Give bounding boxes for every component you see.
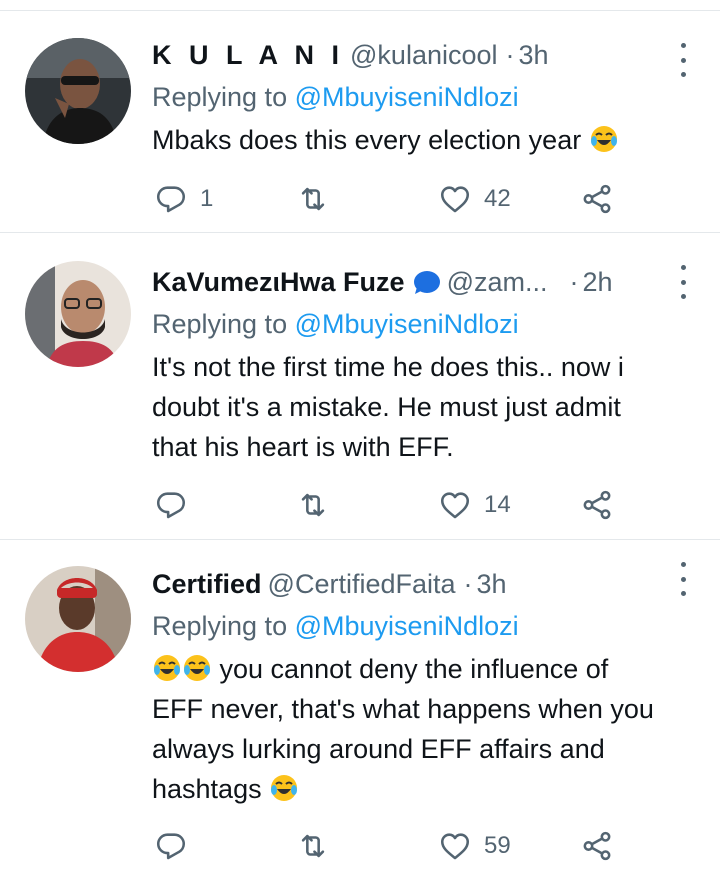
separator-dot: · [505, 40, 515, 70]
tweet-text: you cannot deny the influence of EFF nev… [152, 649, 660, 809]
display-name[interactable]: K U L A N I [152, 33, 344, 77]
separator-dot: · [569, 267, 579, 297]
avatar[interactable] [25, 261, 131, 367]
share-icon [583, 831, 611, 861]
reply-icon [156, 833, 186, 860]
tweet[interactable]: KaVumezιHwa Fuze @zam... · 2h Replying t… [0, 233, 720, 540]
reply-button[interactable] [154, 826, 200, 866]
like-count: 59 [484, 832, 511, 859]
verified-badge [413, 271, 440, 294]
share-icon [583, 490, 611, 520]
like-button[interactable]: 42 [438, 179, 511, 219]
avatar[interactable] [25, 38, 131, 144]
display-name[interactable]: Certified [152, 562, 262, 606]
retweet-icon [301, 493, 325, 517]
action-bar: 59 [152, 826, 672, 866]
reply-icon [156, 186, 186, 213]
tweet[interactable]: Certified @CertifiedFaita · 3h Replying … [0, 540, 720, 881]
share-icon [583, 184, 611, 214]
more-icon[interactable] [676, 43, 690, 77]
laughing-emoji [590, 126, 617, 152]
user-handle[interactable]: @CertifiedFaita [268, 562, 456, 606]
user-handle[interactable]: @kulanicool [350, 33, 498, 77]
timestamp[interactable]: 3h [519, 33, 549, 77]
laughing-emoji [184, 655, 210, 681]
replying-to: Replying to @MbuyiseniNdlozi [152, 77, 660, 117]
laughing-emoji [154, 655, 180, 681]
retweet-button[interactable] [296, 485, 342, 525]
mention-link[interactable]: @MbuyiseniNdlozi [295, 611, 519, 641]
retweet-button[interactable] [296, 826, 342, 866]
tweet-text-body: Mbaks does this every election year [152, 125, 582, 155]
like-button[interactable]: 59 [438, 826, 511, 866]
mention-link[interactable]: @MbuyiseniNdlozi [295, 82, 519, 112]
reply-button[interactable] [154, 485, 200, 525]
like-count: 42 [484, 185, 511, 212]
action-bar: 14 [152, 485, 672, 525]
share-button[interactable] [580, 485, 614, 525]
reply-button[interactable]: 1 [154, 179, 213, 219]
like-count: 14 [484, 491, 511, 518]
share-button[interactable] [580, 179, 614, 219]
replying-prefix: Replying to [152, 82, 288, 112]
top-divider [0, 0, 720, 11]
laughing-emoji [271, 775, 298, 801]
reply-count: 1 [200, 185, 214, 212]
tweet-text-body: you cannot deny the influence of EFF nev… [152, 654, 654, 804]
more-icon[interactable] [676, 562, 690, 596]
retweet-icon [301, 834, 325, 858]
mention-link[interactable]: @MbuyiseniNdlozi [295, 309, 519, 339]
replying-prefix: Replying to [152, 611, 288, 641]
replying-to: Replying to @MbuyiseniNdlozi [152, 606, 660, 646]
like-icon [440, 186, 470, 213]
retweet-icon [301, 187, 325, 211]
share-button[interactable] [580, 826, 614, 866]
tweet-text: Mbaks does this every election year [152, 120, 660, 160]
user-handle[interactable]: @zam... [447, 260, 548, 304]
separator-dot: · [463, 569, 473, 599]
timestamp[interactable]: 2h [582, 260, 612, 304]
tweet[interactable]: K U L A N I @kulanicool · 3h Replying to… [0, 11, 720, 233]
replying-to: Replying to @MbuyiseniNdlozi [152, 304, 660, 344]
tweet-text: It's not the first time he does this.. n… [152, 352, 624, 462]
timestamp[interactable]: 3h [477, 562, 507, 606]
display-name[interactable]: KaVumezιHwa Fuze [152, 260, 405, 304]
avatar[interactable] [25, 566, 131, 672]
reply-icon [156, 492, 186, 519]
like-button[interactable]: 14 [438, 485, 511, 525]
retweet-button[interactable] [296, 179, 342, 219]
more-icon[interactable] [676, 265, 690, 299]
replying-prefix: Replying to [152, 309, 288, 339]
action-bar: 1 42 [152, 179, 672, 219]
like-icon [440, 833, 470, 860]
like-icon [440, 492, 470, 519]
